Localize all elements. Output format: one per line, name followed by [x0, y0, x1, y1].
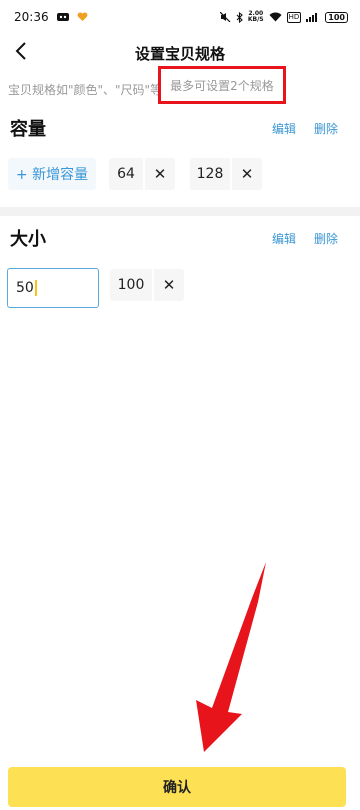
wifi-icon	[269, 12, 282, 22]
tiktok-icon	[56, 12, 69, 22]
section-divider	[0, 207, 360, 216]
spec-value[interactable]: 100	[110, 269, 152, 301]
chevron-left-icon	[15, 41, 27, 65]
spec-limit-text: 最多可设置2个规格	[170, 78, 274, 93]
status-right: 2.00 KB/S HD 100	[219, 10, 348, 23]
edit-capacity-button[interactable]: 编辑	[272, 120, 296, 137]
confirm-button[interactable]: 确认	[8, 767, 346, 807]
battery-indicator: 100	[325, 11, 348, 23]
spec-section-header-capacity: 容量 编辑 删除	[0, 113, 360, 143]
text-caret	[34, 280, 37, 296]
spec-value-chip: 100 ✕	[110, 269, 184, 301]
heart-app-icon	[77, 12, 88, 22]
spec-limit-highlight: 最多可设置2个规格	[158, 66, 286, 104]
back-button[interactable]	[6, 38, 36, 68]
bluetooth-icon	[236, 11, 243, 23]
remove-value-button[interactable]: ✕	[145, 158, 175, 190]
spec-title-size: 大小	[10, 229, 46, 250]
spec-value[interactable]: 128	[190, 158, 230, 190]
spec-actions-size: 编辑 删除	[272, 230, 350, 247]
new-size-input[interactable]: 50	[7, 268, 99, 308]
spec-section-header-size: 大小 编辑 删除	[0, 223, 360, 253]
status-time: 20:36	[14, 10, 49, 24]
status-left: 20:36	[14, 10, 88, 24]
mute-icon	[219, 12, 231, 22]
spec-value-chip: 64 ✕	[109, 158, 175, 190]
hd-badge: HD	[286, 11, 302, 23]
signal-icon	[306, 12, 320, 22]
delete-capacity-button[interactable]: 删除	[314, 120, 338, 137]
spec-value-chip: 128 ✕	[190, 158, 262, 190]
spec-title-capacity: 容量	[10, 119, 46, 140]
new-size-input-value: 50	[16, 280, 34, 296]
spec-hint-text: 宝贝规格如"颜色"、"尺码"等	[8, 82, 163, 97]
add-capacity-button[interactable]: + 新增容量	[8, 158, 96, 190]
net-speed: 2.00 KB/S	[247, 10, 264, 23]
page-title: 设置宝贝规格	[134, 44, 225, 63]
edit-size-button[interactable]: 编辑	[272, 230, 296, 247]
delete-size-button[interactable]: 删除	[314, 230, 338, 247]
remove-value-button[interactable]: ✕	[232, 158, 262, 190]
remove-value-button[interactable]: ✕	[154, 269, 184, 301]
spec-value[interactable]: 64	[109, 158, 143, 190]
spec-actions-capacity: 编辑 删除	[272, 120, 350, 137]
status-bar: 20:36 2.00 KB/S HD 100	[0, 0, 360, 34]
